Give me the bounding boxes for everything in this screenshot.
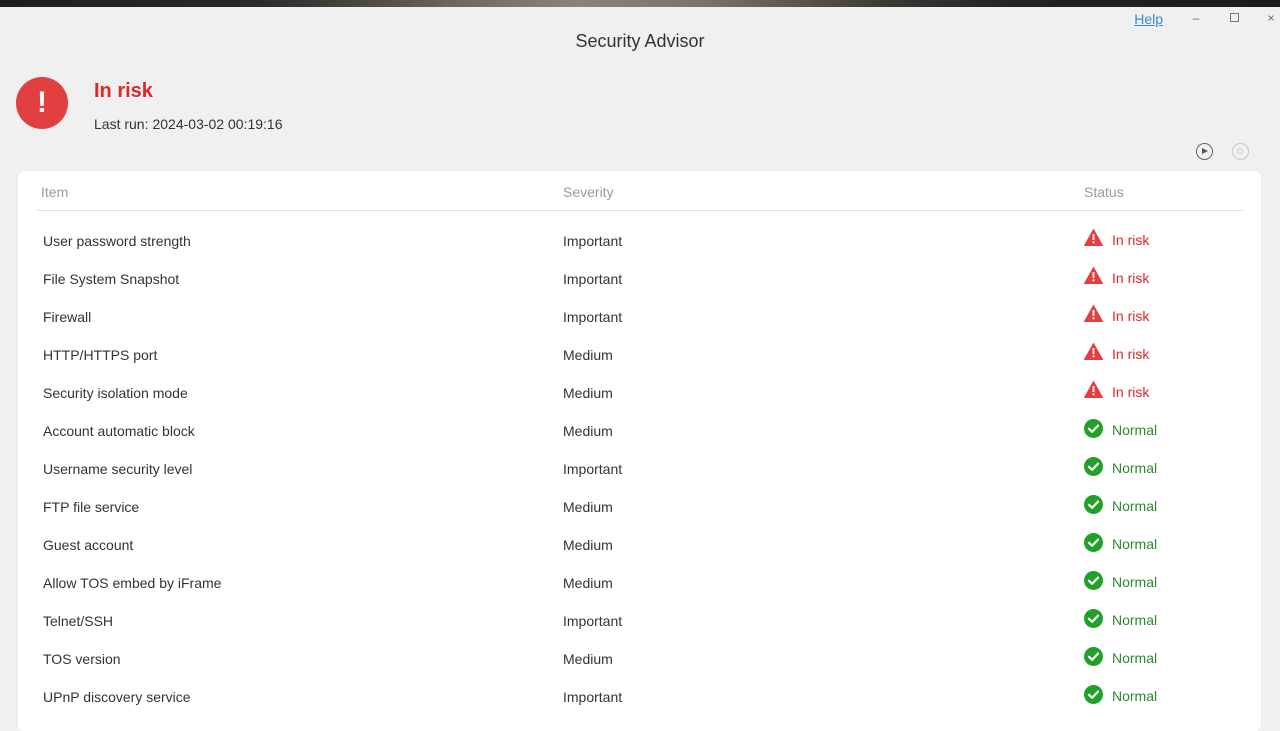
- row-severity: Medium: [563, 651, 613, 667]
- row-status-label: Normal: [1112, 460, 1158, 476]
- row-status-label: Normal: [1112, 536, 1158, 552]
- overall-status: In risk: [94, 80, 153, 102]
- row-item-name: File System Snapshot: [43, 271, 180, 287]
- security-advisor-window: Security Advisor Help – × ! In risk Last…: [0, 7, 1280, 731]
- row-status-label: In risk: [1112, 270, 1150, 286]
- warning-triangle-icon: [1084, 342, 1103, 362]
- desktop-wallpaper: [0, 0, 1280, 7]
- row-severity: Important: [563, 689, 623, 705]
- row-item-name: Account automatic block: [43, 423, 195, 439]
- table-row[interactable]: Telnet/SSH Important Normal: [18, 601, 1261, 639]
- row-item-name: Allow TOS embed by iFrame: [43, 575, 222, 591]
- results-panel: Item Severity Status User password stren…: [18, 171, 1261, 731]
- table-row[interactable]: Guest account Medium Normal: [18, 525, 1261, 563]
- row-severity: Medium: [563, 537, 613, 553]
- check-circle-icon: [1084, 456, 1103, 476]
- table-row[interactable]: Allow TOS embed by iFrame Medium Normal: [18, 563, 1261, 601]
- minimize-icon[interactable]: –: [1189, 11, 1203, 25]
- row-item-name: User password strength: [43, 233, 191, 249]
- window-title: Security Advisor: [575, 31, 705, 51]
- row-status: In risk: [1084, 228, 1149, 248]
- row-severity: Important: [563, 461, 623, 477]
- row-status-label: In risk: [1112, 308, 1150, 324]
- maximize-icon[interactable]: [1227, 11, 1241, 25]
- row-item-name: FTP file service: [43, 499, 140, 515]
- warning-triangle-icon: [1084, 304, 1103, 324]
- row-item-name: Security isolation mode: [43, 385, 188, 401]
- row-severity: Medium: [563, 423, 613, 439]
- table-header: Item Severity Status: [36, 171, 1243, 211]
- last-run-value: 2024-03-02 00:19:16: [152, 116, 283, 132]
- row-status: In risk: [1084, 304, 1149, 324]
- settings-circle-icon[interactable]: [1232, 143, 1249, 160]
- check-circle-icon: [1084, 532, 1103, 552]
- row-status: Normal: [1084, 646, 1157, 666]
- help-link[interactable]: Help: [1134, 11, 1163, 27]
- play-circle-icon[interactable]: [1196, 143, 1213, 160]
- warning-triangle-icon: [1084, 380, 1103, 400]
- row-status-label: Normal: [1112, 612, 1158, 628]
- row-item-name: TOS version: [43, 651, 121, 667]
- row-item-name: HTTP/HTTPS port: [43, 347, 158, 363]
- row-severity: Important: [563, 233, 623, 249]
- row-status-label: Normal: [1112, 574, 1158, 590]
- warning-triangle-icon: [1084, 266, 1103, 286]
- row-item-name: Firewall: [43, 309, 92, 325]
- table-row[interactable]: Firewall Important In risk: [18, 297, 1261, 335]
- last-run: Last run: 2024-03-02 00:19:16: [94, 116, 286, 132]
- row-item-name: UPnP discovery service: [43, 689, 191, 705]
- table-row[interactable]: FTP file service Medium Normal: [18, 487, 1261, 525]
- warning-triangle-icon: [1084, 228, 1103, 248]
- row-item-name: Guest account: [43, 537, 134, 553]
- row-status-label: Normal: [1112, 650, 1158, 666]
- table-row[interactable]: Username security level Important Normal: [18, 449, 1261, 487]
- row-status-label: In risk: [1112, 384, 1150, 400]
- row-severity: Medium: [563, 347, 613, 363]
- table-row[interactable]: User password strength Important In risk: [18, 221, 1261, 259]
- last-run-label: Last run:: [94, 116, 149, 132]
- check-circle-icon: [1084, 608, 1103, 628]
- row-status-label: In risk: [1112, 346, 1150, 362]
- row-status-label: Normal: [1112, 422, 1158, 438]
- table-row[interactable]: TOS version Medium Normal: [18, 639, 1261, 677]
- check-circle-icon: [1084, 646, 1103, 666]
- row-status: In risk: [1084, 380, 1149, 400]
- row-status-label: In risk: [1112, 232, 1150, 248]
- row-status-label: Normal: [1112, 498, 1158, 514]
- table-row[interactable]: File System Snapshot Important In risk: [18, 259, 1261, 297]
- column-header-item[interactable]: Item: [41, 184, 68, 200]
- table-row[interactable]: UPnP discovery service Important Normal: [18, 677, 1261, 715]
- table-row[interactable]: Account automatic block Medium Normal: [18, 411, 1261, 449]
- table-row[interactable]: Security isolation mode Medium In risk: [18, 373, 1261, 411]
- row-severity: Important: [563, 309, 623, 325]
- row-item-name: Username security level: [43, 461, 193, 477]
- row-status: Normal: [1084, 608, 1157, 628]
- row-item-name: Telnet/SSH: [43, 613, 114, 629]
- row-status: In risk: [1084, 342, 1149, 362]
- row-severity: Important: [563, 271, 623, 287]
- check-circle-icon: [1084, 570, 1103, 590]
- close-icon[interactable]: ×: [1264, 11, 1278, 25]
- row-severity: Medium: [563, 385, 613, 401]
- row-status: Normal: [1084, 456, 1157, 476]
- check-circle-icon: [1084, 418, 1103, 438]
- column-header-status[interactable]: Status: [1084, 184, 1124, 200]
- exclamation-icon: !: [16, 77, 68, 129]
- check-circle-icon: [1084, 494, 1103, 514]
- row-severity: Medium: [563, 499, 613, 515]
- table-row[interactable]: HTTP/HTTPS port Medium In risk: [18, 335, 1261, 373]
- row-severity: Important: [563, 613, 623, 629]
- row-status: Normal: [1084, 418, 1157, 438]
- table-body: User password strength Important In risk Fi…: [18, 221, 1261, 715]
- row-status: Normal: [1084, 494, 1157, 514]
- row-status-label: Normal: [1112, 688, 1158, 704]
- row-status: Normal: [1084, 684, 1157, 704]
- row-status: Normal: [1084, 570, 1157, 590]
- row-status: In risk: [1084, 266, 1149, 286]
- row-severity: Medium: [563, 575, 613, 591]
- column-header-severity[interactable]: Severity: [563, 184, 614, 200]
- row-status: Normal: [1084, 532, 1157, 552]
- check-circle-icon: [1084, 684, 1103, 704]
